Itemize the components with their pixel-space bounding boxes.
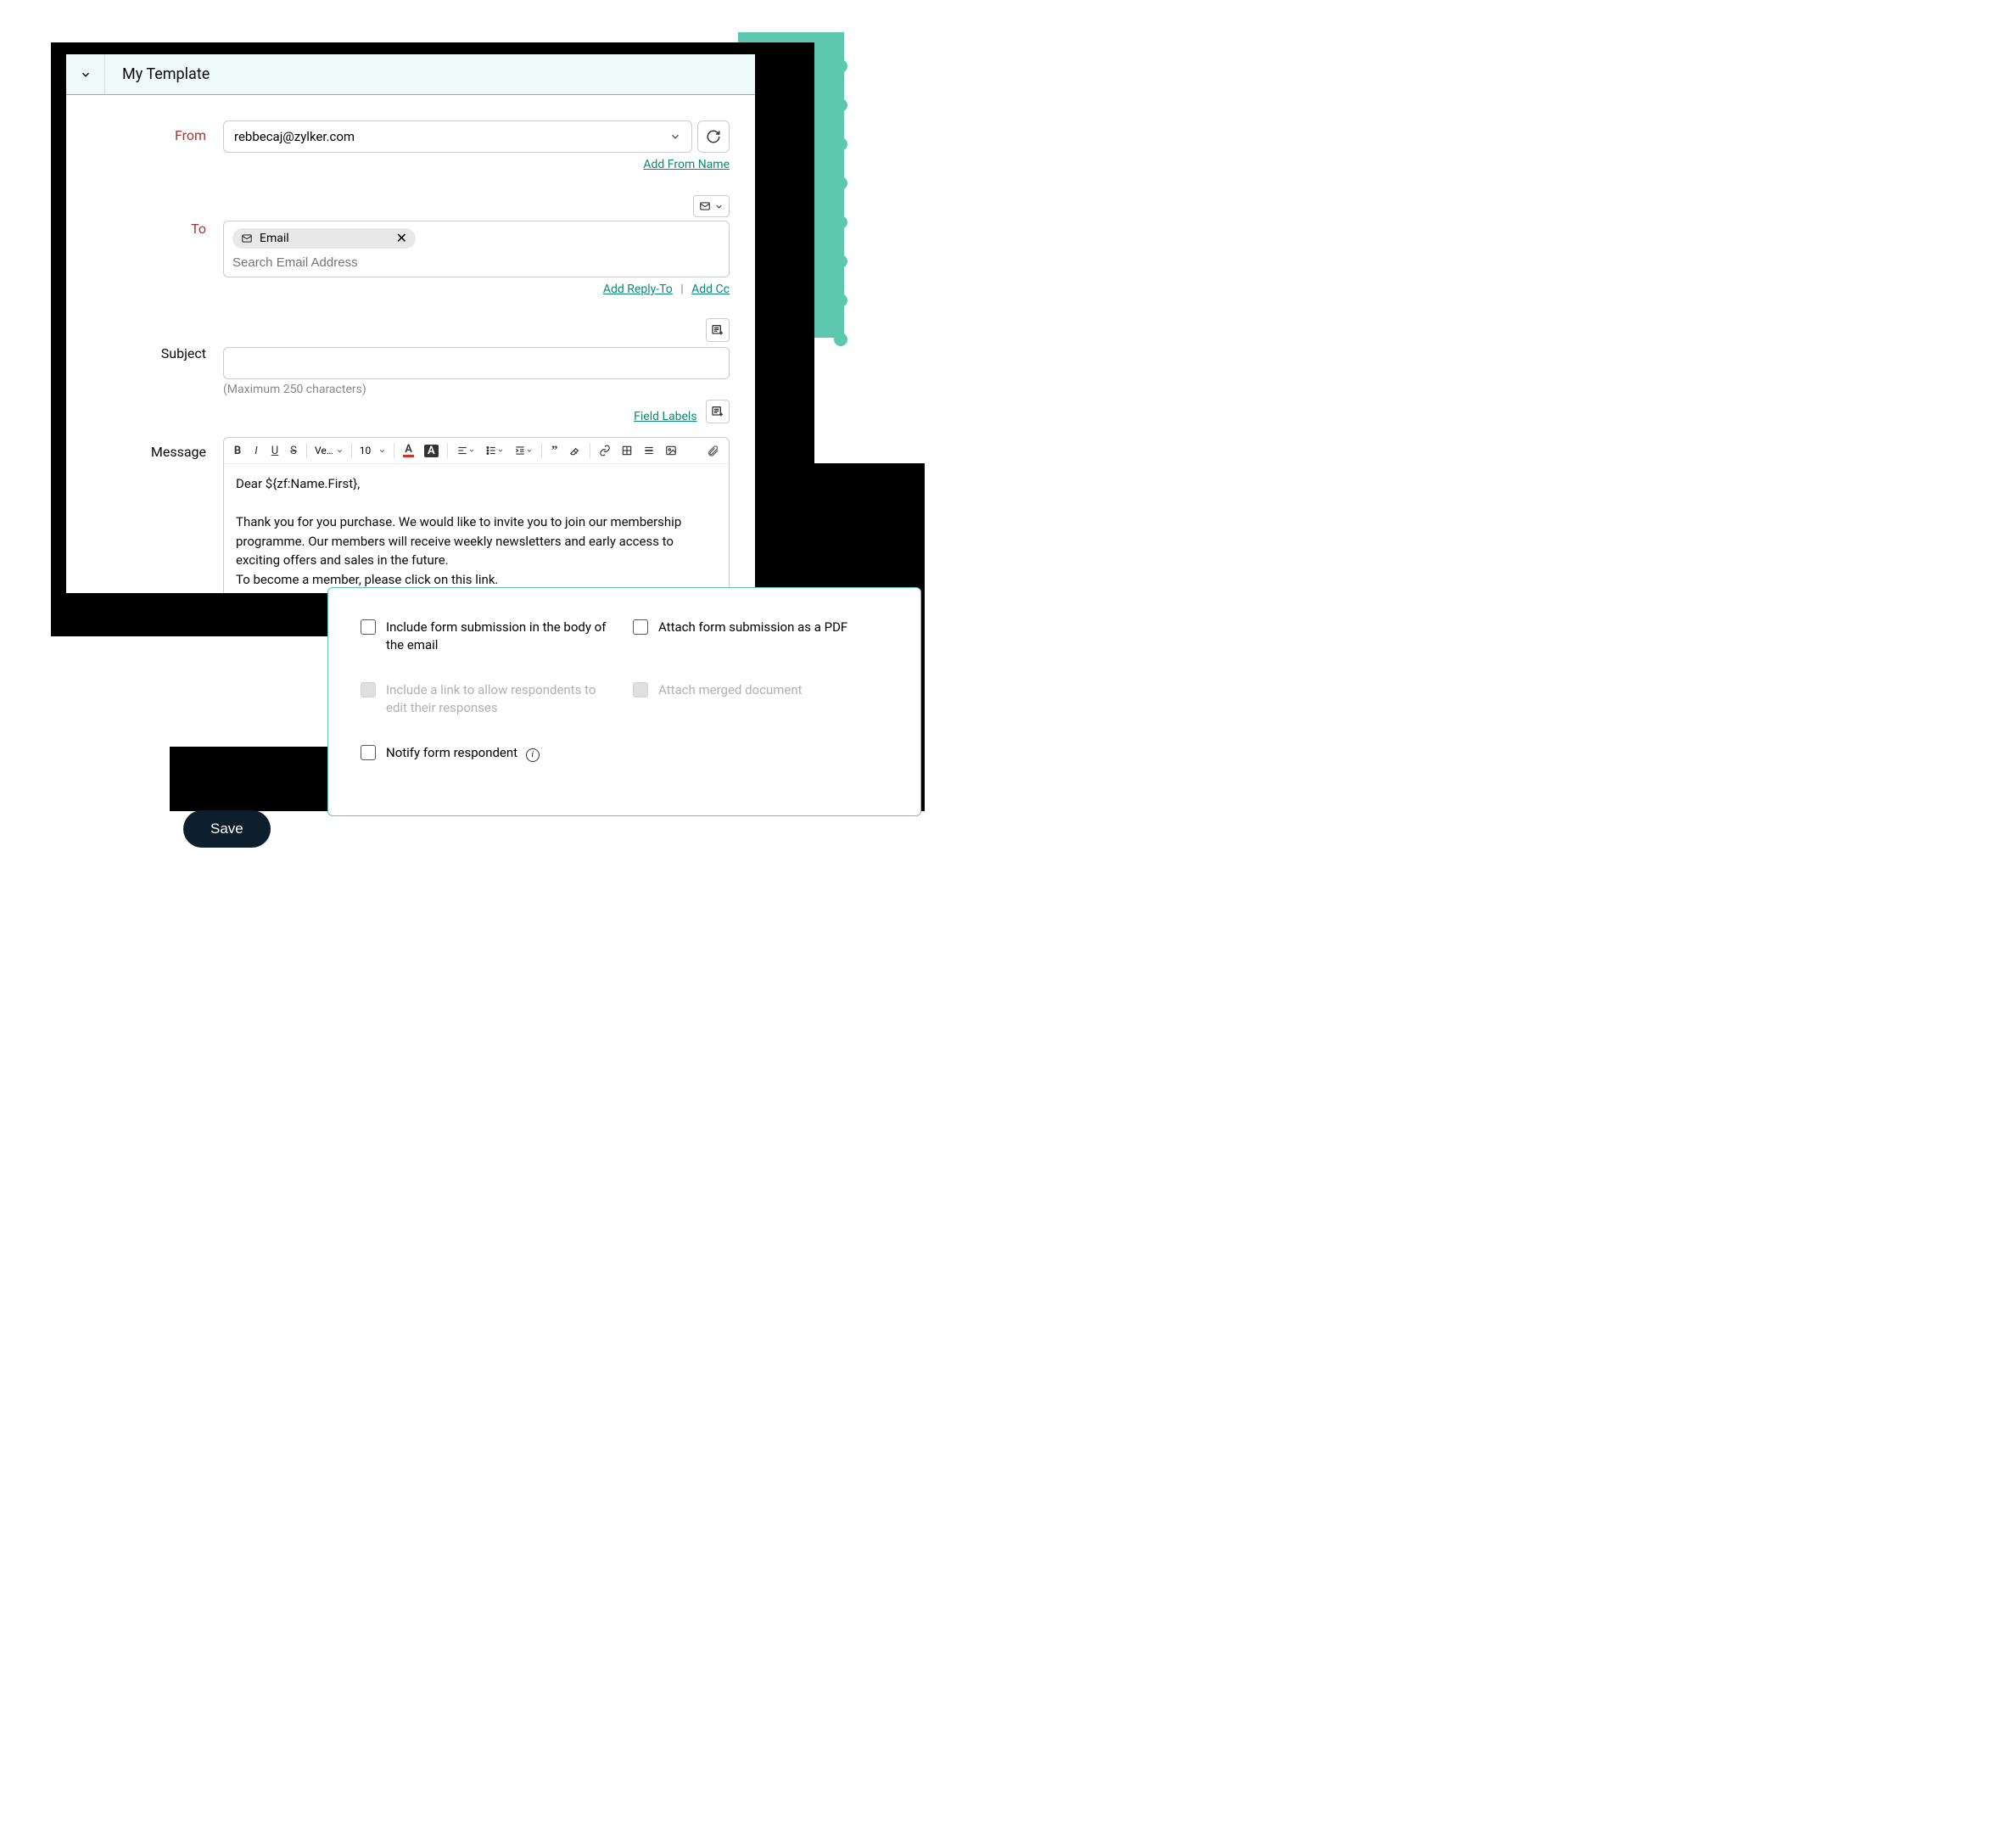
template-header: My Template <box>66 54 755 95</box>
attach-button[interactable] <box>702 441 724 460</box>
table-button[interactable] <box>617 441 637 460</box>
list-button[interactable] <box>481 441 508 460</box>
chevron-down-icon <box>714 202 724 211</box>
editor-toolbar: B I U S Ve… 10 A A <box>224 438 729 464</box>
to-search-input[interactable] <box>232 255 720 270</box>
refresh-icon <box>706 129 721 144</box>
option-attach-pdf: Attach form submission as a PDF <box>633 619 888 654</box>
checkbox-include-body[interactable] <box>361 619 376 635</box>
italic-button[interactable]: I <box>248 441 265 460</box>
checkbox-attach-merged <box>633 682 648 697</box>
insert-field-icon <box>711 323 724 337</box>
bold-button[interactable]: B <box>229 441 246 460</box>
from-select[interactable]: rebbecaj@zylker.com <box>223 120 692 153</box>
hr-icon <box>643 445 655 456</box>
option-label: Notify form respondent <box>386 745 517 760</box>
indent-icon <box>514 445 526 456</box>
collapse-toggle[interactable] <box>66 54 105 94</box>
list-icon <box>485 445 497 456</box>
option-label: Attach form submission as a PDF <box>658 619 847 636</box>
to-field[interactable]: Email ✕ <box>223 221 730 277</box>
subject-input[interactable] <box>223 347 730 379</box>
envelope-icon <box>699 200 711 212</box>
option-edit-link: Include a link to allow respondents to e… <box>361 681 616 717</box>
subject-label: Subject <box>66 320 223 361</box>
email-chip: Email ✕ <box>232 228 416 249</box>
clear-format-button[interactable] <box>565 441 585 460</box>
subject-row: Subject (Maximum 250 characters) Field L… <box>66 320 755 437</box>
bg-color-button[interactable]: A <box>420 441 443 460</box>
template-panel: My Template From rebbecaj@zylker.com Add… <box>66 54 755 593</box>
underline-button[interactable]: U <box>266 441 283 460</box>
link-icon <box>599 445 611 456</box>
envelope-icon <box>241 232 253 244</box>
from-row: From rebbecaj@zylker.com Add From Name <box>66 120 755 195</box>
hr-button[interactable] <box>639 441 659 460</box>
add-from-name-link[interactable]: Add From Name <box>643 158 730 171</box>
image-button[interactable] <box>661 441 681 460</box>
message-row: Message B I U S Ve… 10 A A <box>66 437 755 593</box>
font-family-select[interactable]: Ve… <box>311 443 347 458</box>
info-icon[interactable]: i <box>526 748 540 762</box>
insert-field-icon <box>711 405 724 418</box>
option-label: Include form submission in the body of t… <box>386 619 616 654</box>
table-icon <box>621 445 633 456</box>
insert-field-subject-button[interactable] <box>706 318 730 342</box>
option-label: Attach merged document <box>658 681 803 699</box>
image-icon <box>665 445 677 456</box>
accent-dots <box>834 59 847 346</box>
to-label: To <box>66 195 223 237</box>
separator: | <box>680 283 683 296</box>
text-color-button[interactable]: A <box>399 441 418 460</box>
message-label: Message <box>66 437 223 460</box>
add-reply-to-link[interactable]: Add Reply-To <box>603 283 673 296</box>
eraser-icon <box>569 445 581 456</box>
chip-label: Email <box>260 232 289 245</box>
checkbox-edit-link <box>361 682 376 697</box>
font-size-select[interactable]: 10 <box>356 443 389 458</box>
subject-hint: (Maximum 250 characters) <box>223 383 730 396</box>
link-button[interactable] <box>595 441 615 460</box>
to-row: To Email ✕ <box>66 195 755 320</box>
add-cc-link[interactable]: Add Cc <box>691 283 730 296</box>
rich-editor: B I U S Ve… 10 A A <box>223 437 730 593</box>
option-attach-merged: Attach merged document <box>633 681 888 717</box>
checkbox-attach-pdf[interactable] <box>633 619 648 635</box>
indent-button[interactable] <box>510 441 537 460</box>
checkbox-notify-respondent[interactable] <box>361 745 376 760</box>
chevron-down-icon <box>80 69 92 81</box>
option-label: Include a link to allow respondents to e… <box>386 681 616 717</box>
chevron-down-icon <box>669 131 681 143</box>
from-label: From <box>66 120 223 143</box>
message-body[interactable]: Dear ${zf:Name.First}, Thank you for you… <box>224 464 729 593</box>
option-include-body: Include form submission in the body of t… <box>361 619 616 654</box>
save-button[interactable]: Save <box>183 810 271 848</box>
quote-button[interactable]: ” <box>546 441 563 460</box>
page-title: My Template <box>105 65 210 83</box>
align-icon <box>456 445 468 456</box>
chip-remove[interactable]: ✕ <box>396 232 407 245</box>
strike-button[interactable]: S <box>285 441 302 460</box>
paperclip-icon <box>707 445 719 457</box>
align-button[interactable] <box>452 441 479 460</box>
from-value: rebbecaj@zylker.com <box>234 129 355 144</box>
option-notify-respondent: Notify form respondent i <box>361 744 616 762</box>
refresh-button[interactable] <box>697 120 730 153</box>
to-type-selector[interactable] <box>693 195 730 217</box>
insert-field-message-button[interactable] <box>706 400 730 423</box>
options-panel: Include form submission in the body of t… <box>327 587 921 816</box>
field-labels-link[interactable]: Field Labels <box>634 410 696 423</box>
